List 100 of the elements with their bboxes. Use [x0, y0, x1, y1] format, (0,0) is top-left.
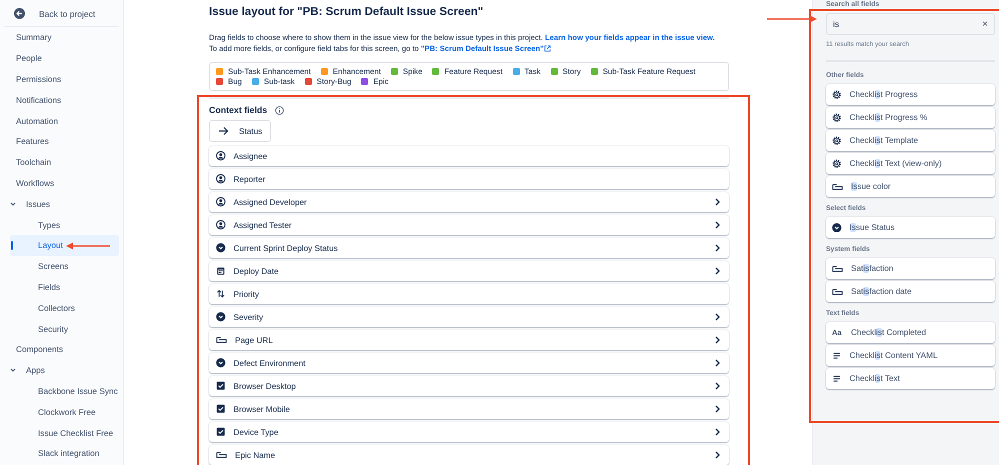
field-row[interactable]: Priority	[209, 284, 729, 304]
search-match-highlight: is	[874, 90, 880, 99]
text-field-icon	[832, 264, 843, 272]
field-row[interactable]: Assigned Developer	[209, 192, 729, 212]
search-match-highlight: is	[874, 159, 880, 168]
field-row[interactable]: Page URL	[209, 330, 729, 350]
field-item[interactable]: Checklist Text	[826, 368, 995, 389]
sidebar-item[interactable]: Notifications	[4, 89, 119, 110]
checkbox-icon	[216, 404, 226, 414]
back-button[interactable]: Back to project	[4, 0, 119, 27]
sidebar-item[interactable]: Toolchain	[4, 152, 119, 173]
gear-icon	[832, 112, 842, 122]
sidebar-item[interactable]: Security	[10, 318, 119, 339]
sidebar-item[interactable]: Summary	[4, 27, 119, 48]
chevron-down-circle-icon	[216, 243, 226, 253]
field-row[interactable]: Epic Name	[209, 445, 729, 465]
calendar-icon	[216, 266, 226, 276]
search-match-highlight: is	[863, 287, 870, 296]
sidebar-item[interactable]: Backbone Issue Sync	[10, 380, 119, 402]
arrow-right-icon	[218, 126, 229, 136]
field-row[interactable]: Assignee	[209, 146, 729, 166]
chevron-right-icon[interactable]	[714, 405, 721, 413]
field-item[interactable]: Checklist Progress	[826, 84, 995, 105]
chevron-icon[interactable]	[10, 367, 16, 374]
sidebar-item[interactable]: Permissions	[4, 68, 119, 90]
user-icon	[216, 151, 226, 161]
chevron-right-icon[interactable]	[714, 451, 721, 459]
chevron-right-icon[interactable]	[714, 382, 721, 390]
text-field-icon	[216, 451, 227, 459]
annotation-arrow	[66, 242, 110, 250]
field-item[interactable]: Issue Status	[826, 217, 995, 238]
field-item[interactable]: Checklist Progress %	[826, 107, 995, 128]
checkbox-icon	[216, 427, 226, 437]
user-icon	[216, 174, 226, 184]
field-item[interactable]: Satisfaction date	[826, 281, 995, 302]
chevron-icon[interactable]	[10, 200, 16, 207]
chevron-right-icon[interactable]	[714, 267, 721, 275]
sidebar-item[interactable]: Clockwork Free	[10, 401, 119, 422]
status-field[interactable]: Status	[209, 120, 272, 142]
field-row[interactable]: Defect Environment	[209, 353, 729, 373]
chevron-right-icon[interactable]	[714, 313, 721, 321]
sidebar-item[interactable]: Types	[10, 214, 119, 235]
field-item[interactable]: Satisfaction	[826, 258, 995, 279]
chevron-down-circle-icon	[216, 358, 226, 368]
clear-button[interactable]: ×	[982, 18, 988, 30]
sidebar-item[interactable]: Issue Checklist Free	[10, 422, 119, 443]
chevron-right-icon[interactable]	[714, 428, 721, 436]
info-icon[interactable]	[275, 106, 284, 114]
sidebar-item[interactable]: Fields	[10, 276, 119, 298]
chevron-right-icon[interactable]	[714, 336, 721, 344]
field-row[interactable]: Assigned Tester	[209, 215, 729, 235]
text-field-icon	[832, 288, 843, 296]
chevron-right-icon[interactable]	[714, 221, 721, 229]
gear-icon	[832, 90, 842, 100]
search-match-highlight: Is	[850, 223, 856, 232]
field-row[interactable]: Device Type	[209, 422, 729, 442]
field-row[interactable]: Browser Mobile	[209, 399, 729, 419]
search-match-highlight: is	[876, 328, 882, 337]
search-match-highlight: Is	[851, 182, 858, 191]
sidebar-item[interactable]: Screens	[10, 256, 119, 277]
sidebar-item[interactable]: Workflows	[4, 172, 119, 194]
page-title: Issue layout for "PB: Scrum Default Issue Screen"	[209, 6, 484, 18]
search-match-highlight: is	[874, 374, 880, 383]
field-item[interactable]: Checklist Content YAML	[826, 345, 995, 366]
chevron-right-icon[interactable]	[714, 244, 721, 252]
field-row[interactable]: Current Sprint Deploy Status	[209, 238, 729, 258]
sidebar-item[interactable]: Layout	[10, 234, 119, 256]
search-match-highlight: is	[863, 264, 870, 273]
field-item[interactable]: Checklist Template	[826, 130, 995, 151]
lines-icon	[832, 350, 842, 360]
chevron-down-circle-icon	[216, 312, 226, 322]
user-icon	[216, 220, 226, 230]
gear-icon	[832, 158, 842, 168]
text-field-icon	[832, 182, 843, 190]
external-link-icon	[544, 45, 551, 52]
sidebar-item[interactable]: Apps	[4, 360, 45, 381]
sidebar-item[interactable]: Features	[4, 130, 119, 152]
field-row[interactable]: Severity	[209, 307, 729, 327]
sidebar-item[interactable]: People	[4, 48, 119, 69]
chevron-right-icon[interactable]	[714, 359, 721, 367]
lines-icon	[832, 374, 842, 384]
text-field-icon	[216, 336, 227, 344]
chevron-right-icon[interactable]	[714, 198, 721, 206]
sidebar-item[interactable]: Collectors	[10, 297, 119, 318]
up-down-arrows-icon	[216, 289, 226, 299]
sidebar-item[interactable]: Slack integration	[10, 442, 119, 464]
field-item[interactable]: Checklist Text (view-only)	[826, 153, 995, 174]
section-title: Context fields	[209, 105, 268, 115]
chevron-down-circle-icon	[832, 222, 842, 232]
search-match-highlight: is	[874, 351, 880, 360]
field-row[interactable]: Reporter	[209, 169, 729, 189]
sidebar-item[interactable]: Components	[4, 338, 119, 360]
field-row[interactable]: Deploy Date	[209, 261, 729, 281]
search-field[interactable]: is ×	[826, 13, 995, 35]
sidebar-item[interactable]: Automation	[4, 110, 119, 131]
field-row[interactable]: Browser Desktop	[209, 376, 729, 396]
checkbox-icon	[216, 381, 226, 391]
back-arrow-icon	[14, 8, 25, 19]
sidebar-item[interactable]: Issues	[4, 193, 50, 214]
field-item[interactable]: Issue color	[826, 176, 995, 197]
